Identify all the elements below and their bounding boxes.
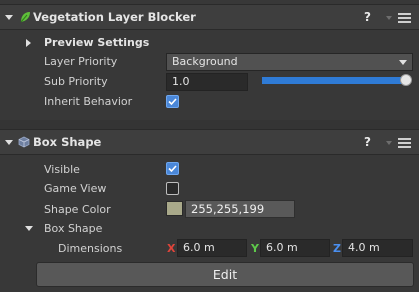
inherit-behavior-checkbox[interactable] bbox=[166, 95, 179, 108]
sub-priority-slider-track[interactable] bbox=[262, 77, 407, 84]
shape-color-label: Shape Color bbox=[44, 203, 111, 216]
visible-label: Visible bbox=[44, 163, 80, 176]
sub-priority-input[interactable]: 1.0 bbox=[166, 73, 248, 91]
dimension-x-input[interactable]: 6.0 m bbox=[177, 239, 247, 257]
layer-priority-dropdown[interactable]: Background bbox=[166, 53, 413, 71]
box-shape-foldout[interactable]: Box Shape bbox=[44, 222, 102, 235]
dimension-z-input[interactable]: 4.0 m bbox=[342, 239, 413, 257]
checkmark-icon bbox=[168, 98, 177, 106]
help-icon[interactable]: ? bbox=[364, 135, 371, 149]
shape-color-swatch[interactable] bbox=[166, 201, 183, 216]
menu-icon[interactable] bbox=[398, 138, 411, 148]
game-view-checkbox[interactable] bbox=[166, 182, 179, 195]
visible-checkbox[interactable] bbox=[166, 162, 179, 175]
section-divider bbox=[0, 120, 419, 129]
component-title: Vegetation Layer Blocker bbox=[33, 10, 196, 24]
collapse-arrow-icon[interactable] bbox=[5, 140, 13, 145]
component-header-vegetation[interactable]: Vegetation Layer Blocker ? bbox=[0, 4, 419, 30]
z-axis-label: Z bbox=[333, 242, 341, 255]
component-title: Box Shape bbox=[33, 135, 102, 149]
leaf-icon bbox=[20, 12, 30, 23]
inherit-behavior-label: Inherit Behavior bbox=[44, 95, 133, 108]
dimension-z-value: 4.0 m bbox=[348, 241, 380, 254]
sub-priority-label: Sub Priority bbox=[44, 75, 108, 88]
layer-priority-value: Background bbox=[172, 55, 238, 68]
sub-priority-value: 1.0 bbox=[172, 75, 190, 88]
dimension-y-input[interactable]: 6.0 m bbox=[260, 239, 330, 257]
collapse-arrow-icon[interactable] bbox=[5, 15, 13, 20]
shape-color-value: 255,255,199 bbox=[191, 202, 265, 216]
edit-button[interactable]: Edit bbox=[36, 262, 414, 287]
chevron-down-icon bbox=[399, 60, 407, 65]
dimensions-label: Dimensions bbox=[58, 242, 123, 255]
sub-priority-slider-fill bbox=[262, 77, 407, 84]
box-shape-foldout-arrow-icon[interactable] bbox=[25, 226, 33, 231]
cube-icon bbox=[18, 136, 30, 148]
menu-icon[interactable] bbox=[398, 13, 411, 23]
expand-arrow-icon[interactable] bbox=[26, 39, 31, 47]
checkmark-icon bbox=[168, 165, 177, 173]
component-header-box-shape[interactable]: Box Shape ? bbox=[0, 129, 419, 155]
x-axis-label: X bbox=[167, 242, 176, 255]
layer-priority-label: Layer Priority bbox=[44, 55, 118, 68]
y-axis-label: Y bbox=[251, 242, 259, 255]
shape-color-input[interactable]: 255,255,199 bbox=[185, 200, 295, 218]
help-icon[interactable]: ? bbox=[364, 10, 371, 24]
dropdown-arrow-icon[interactable] bbox=[386, 141, 392, 145]
game-view-label: Game View bbox=[44, 182, 107, 195]
dimension-x-value: 6.0 m bbox=[183, 241, 215, 254]
preview-settings-foldout[interactable]: Preview Settings bbox=[44, 36, 149, 49]
dropdown-arrow-icon[interactable] bbox=[386, 16, 392, 20]
dimension-y-value: 6.0 m bbox=[266, 241, 298, 254]
sub-priority-slider-thumb[interactable] bbox=[400, 74, 412, 86]
